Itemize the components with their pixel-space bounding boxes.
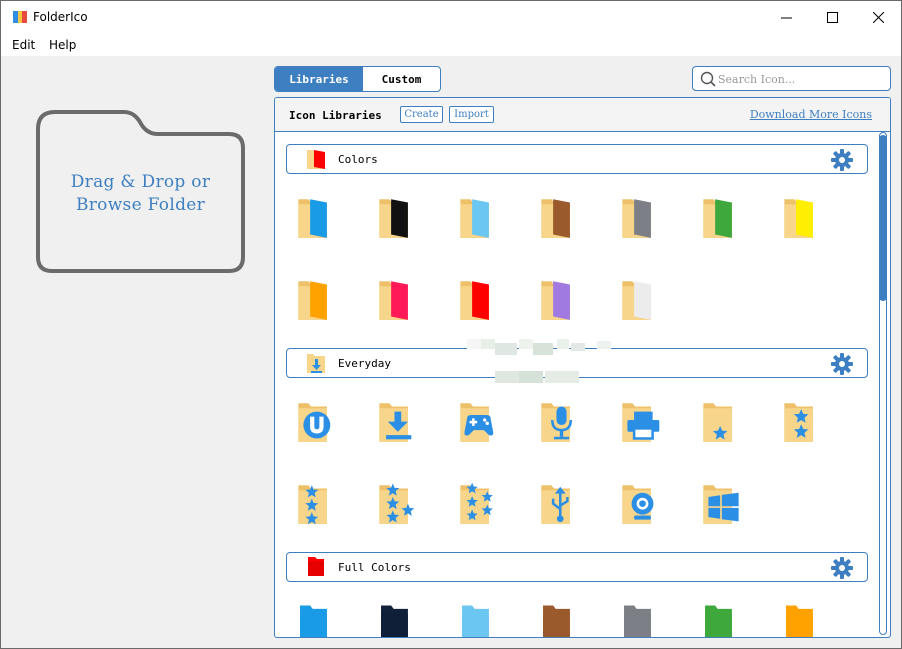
maximize-icon <box>826 12 838 23</box>
full-navy-folder-icon[interactable] <box>376 596 418 638</box>
panel-title: Icon Libraries <box>289 109 382 122</box>
library-scrollbar[interactable] <box>877 132 889 635</box>
maximize-button[interactable] <box>809 1 855 34</box>
library-section-full-colors[interactable]: Full Colors <box>286 552 868 582</box>
section-label: Everyday <box>338 357 391 370</box>
panel-header: Icon Libraries Create Import Download Mo… <box>275 98 890 132</box>
star-1-folder-icon[interactable] <box>700 392 742 448</box>
gray-folder-icon[interactable] <box>619 188 661 244</box>
full-gray-folder-icon[interactable] <box>619 596 661 638</box>
microphone-folder-icon[interactable] <box>538 392 580 448</box>
windows-folder-icon[interactable] <box>700 474 742 530</box>
full-blue-folder-icon[interactable] <box>295 596 337 638</box>
brown-folder-icon[interactable] <box>538 188 580 244</box>
gamepad-folder-icon[interactable] <box>457 392 499 448</box>
app-logo-icon <box>13 11 27 23</box>
library-tabs: Libraries Custom <box>274 66 441 92</box>
close-button[interactable] <box>855 1 901 34</box>
stars-4-folder-icon[interactable] <box>376 474 418 530</box>
gear-icon[interactable] <box>831 353 853 375</box>
title-bar: FolderIco <box>1 1 901 34</box>
search-icon <box>700 71 716 87</box>
full-orange-folder-icon[interactable] <box>781 596 823 638</box>
utorrent-folder-icon[interactable] <box>295 392 337 448</box>
pixelated-overlay <box>467 339 611 383</box>
search-box <box>692 66 891 91</box>
download-folder-icon <box>307 354 325 373</box>
menu-help[interactable]: Help <box>49 38 76 52</box>
blue-folder-icon[interactable] <box>295 188 337 244</box>
white-folder-icon[interactable] <box>619 270 661 326</box>
menu-bar: Edit Help <box>1 34 901 56</box>
usb-folder-icon[interactable] <box>538 474 580 530</box>
download-more-icons-link[interactable]: Download More Icons <box>750 108 872 121</box>
library-section-colors[interactable]: Colors <box>286 144 868 174</box>
webcam-folder-icon[interactable] <box>619 474 661 530</box>
close-icon <box>872 12 884 23</box>
drop-zone-label[interactable]: Drag & Drop or Browse Folder <box>34 171 247 217</box>
gear-icon[interactable] <box>831 557 853 579</box>
full-light-blue-folder-icon[interactable] <box>457 596 499 638</box>
printer-folder-icon[interactable] <box>619 392 661 448</box>
menu-edit[interactable]: Edit <box>12 38 35 52</box>
gear-icon[interactable] <box>831 149 853 171</box>
stars-2-folder-icon[interactable] <box>781 392 823 448</box>
download-folder-icon[interactable] <box>376 392 418 448</box>
green-folder-icon[interactable] <box>700 188 742 244</box>
section-label: Colors <box>338 153 378 166</box>
section-label: Full Colors <box>338 561 411 574</box>
yellow-folder-icon[interactable] <box>781 188 823 244</box>
stars-3-folder-icon[interactable] <box>295 474 337 530</box>
scrollbar-thumb[interactable] <box>879 135 887 301</box>
orange-folder-icon[interactable] <box>295 270 337 326</box>
full-green-folder-icon[interactable] <box>700 596 742 638</box>
drop-zone-line1: Drag & Drop or <box>70 172 211 192</box>
full-red-folder-icon <box>308 557 324 576</box>
pink-folder-icon[interactable] <box>376 270 418 326</box>
minimize-button[interactable] <box>763 1 809 34</box>
red-folder-icon[interactable] <box>457 270 499 326</box>
light-blue-folder-icon[interactable] <box>457 188 499 244</box>
red-folder-icon <box>307 150 325 169</box>
window-title: FolderIco <box>33 10 88 24</box>
stars-5-folder-icon[interactable] <box>457 474 499 530</box>
drop-zone-line2: Browse Folder <box>75 195 206 215</box>
minimize-icon <box>780 17 792 19</box>
import-button[interactable]: Import <box>449 106 494 123</box>
purple-folder-icon[interactable] <box>538 270 580 326</box>
create-button[interactable]: Create <box>400 106 443 123</box>
tab-custom[interactable]: Custom <box>363 67 440 91</box>
tab-libraries[interactable]: Libraries <box>275 67 363 91</box>
search-input[interactable] <box>718 70 883 88</box>
app-window: FolderIco Edit Help Drag & Drop or Brows… <box>0 0 902 649</box>
full-brown-folder-icon[interactable] <box>538 596 580 638</box>
black-folder-icon[interactable] <box>376 188 418 244</box>
